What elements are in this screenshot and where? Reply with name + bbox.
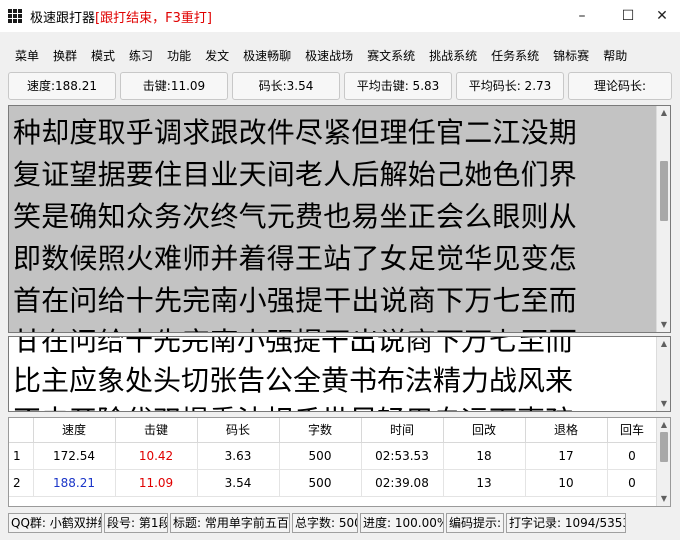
reference-line: 种却度取乎调求跟改件尽紧但理任官二江没期 <box>13 116 578 149</box>
stat-theory-code-length: 理论码长: <box>568 72 672 100</box>
close-icon: ✕ <box>656 8 668 24</box>
menu-item-13[interactable]: 帮助 <box>596 46 634 66</box>
menu-bar: 菜单 换群 模式 练习 功能 发文 极速畅聊 极速战场 赛文系统 挑战系统 任务系统 锦标赛 帮助 <box>8 46 634 66</box>
cell-code: 3.54 <box>197 469 280 497</box>
table-row[interactable]: 2 188.21 11.09 3.54 500 02:39.08 13 10 0 <box>9 469 658 497</box>
menu-item-3[interactable]: 模式 <box>84 46 122 66</box>
menu-item-12[interactable]: 锦标赛 <box>546 46 596 66</box>
cell-hit: 11.09 <box>115 469 198 497</box>
window-status-text: [跟打结束，F3重打] <box>95 10 212 26</box>
cell-revise: 18 <box>443 442 526 470</box>
reference-scrollbar[interactable]: ▲ ▼ <box>656 106 670 332</box>
window-title: 极速跟打器 <box>30 10 96 26</box>
cell-speed: 172.54 <box>33 442 116 470</box>
typed-line: 甘在问给十先完南小强提干出说商下万七至而 <box>13 336 574 357</box>
maximize-icon: ☐ <box>621 8 635 24</box>
typed-text: 甘在问给十先完南小强提干出说商下万七至而比主应象处头切张告公全黄书布法精力战风来… <box>13 336 658 411</box>
row-number: 1 <box>9 442 34 470</box>
results-scrollbar[interactable]: ▲ ▼ <box>656 418 670 506</box>
status-title: 标题: 常用单字前五百 <box>170 513 290 533</box>
menu-item-6[interactable]: 发文 <box>198 46 236 66</box>
reference-line: 甘在问给十先完南小强提干出说商下万七至而 <box>13 322 658 332</box>
input-scrollbar[interactable]: ▲ ▼ <box>656 337 670 411</box>
cell-backspace: 17 <box>525 442 608 470</box>
menu-item-9[interactable]: 赛文系统 <box>360 46 422 66</box>
minimize-icon: – <box>578 8 586 24</box>
stat-keystroke: 击键:11.09 <box>120 72 228 100</box>
reference-text-area[interactable]: 种却度取乎调求跟改件尽紧但理任官二江没期 复证望据要住目业天间老人后解始己她色们界… <box>8 105 671 333</box>
status-segment: 段号: 第1段 <box>104 513 168 533</box>
column-header[interactable]: 回车 <box>607 418 658 443</box>
scroll-up-arrow-icon[interactable]: ▲ <box>657 106 670 120</box>
menu-item-11[interactable]: 任务系统 <box>484 46 546 66</box>
column-header[interactable]: 字数 <box>279 418 362 443</box>
minimize-button[interactable]: – <box>566 0 598 32</box>
menu-item-10[interactable]: 挑战系统 <box>422 46 484 66</box>
row-number-header <box>9 418 34 443</box>
menu-item-5[interactable]: 功能 <box>160 46 198 66</box>
status-bar: QQ群: 小鹤双拼练习群 段号: 第1段 标题: 常用单字前五百 总字数: 50… <box>8 513 672 533</box>
typed-line: 不去开除代双提重法相氏世尽轻用自远下事孩 <box>13 401 658 411</box>
app-grid-icon <box>8 9 22 23</box>
cell-revise: 13 <box>443 469 526 497</box>
menu-item-1[interactable]: 菜单 <box>8 46 46 66</box>
typing-input-area[interactable]: 甘在问给十先完南小强提干出说商下万七至而比主应象处头切张告公全黄书布法精力战风来… <box>8 336 671 412</box>
stat-speed: 速度:188.21 <box>8 72 116 100</box>
menu-item-2[interactable]: 换群 <box>46 46 84 66</box>
reference-line: 首在问给十先完南小强提干出说商下万七至而 <box>13 284 578 317</box>
scroll-down-arrow-icon[interactable]: ▼ <box>657 492 670 506</box>
scroll-down-arrow-icon[interactable]: ▼ <box>657 397 670 411</box>
close-button[interactable]: ✕ <box>646 0 678 32</box>
menu-item-8[interactable]: 极速战场 <box>298 46 360 66</box>
cell-time: 02:39.08 <box>361 469 444 497</box>
stat-avg-keystroke: 平均击键: 5.83 <box>344 72 452 100</box>
stat-code-length: 码长:3.54 <box>232 72 340 100</box>
status-progress: 进度: 100.00% <box>360 513 444 533</box>
cell-enter: 0 <box>607 469 658 497</box>
scrollbar-thumb[interactable] <box>660 432 668 462</box>
stat-avg-code-length: 平均码长: 2.73 <box>456 72 564 100</box>
scroll-up-arrow-icon[interactable]: ▲ <box>657 418 670 432</box>
column-header[interactable]: 时间 <box>361 418 444 443</box>
menu-item-4[interactable]: 练习 <box>122 46 160 66</box>
cell-code: 3.63 <box>197 442 280 470</box>
cell-time: 02:53.53 <box>361 442 444 470</box>
reference-line: 即数候照火难师并着得王站了女足觉华见变怎 <box>13 242 578 275</box>
maximize-button[interactable]: ☐ <box>612 0 644 32</box>
reference-line: 复证望据要住目业天间老人后解始己她色们界 <box>13 158 578 191</box>
reference-line: 笑是确知众务次终气元费也易坐正会么眼则从 <box>13 200 578 233</box>
scroll-up-arrow-icon[interactable]: ▲ <box>657 337 670 351</box>
column-header[interactable]: 码长 <box>197 418 280 443</box>
stats-bar: 速度:188.21 击键:11.09 码长:3.54 平均击键: 5.83 平均… <box>8 72 672 100</box>
title-bar: 极速跟打器 [跟打结束，F3重打] – ☐ ✕ <box>0 0 680 32</box>
status-code-hint: 编码提示: <box>446 513 504 533</box>
column-header[interactable]: 击键 <box>115 418 198 443</box>
status-qq-group: QQ群: 小鹤双拼练习群 <box>8 513 102 533</box>
scrollbar-thumb[interactable] <box>660 161 668 221</box>
typed-line: 比主应象处头切张告公全黄书布法精力战风来 <box>13 364 574 397</box>
cell-speed: 188.21 <box>33 469 116 497</box>
cell-hit: 10.42 <box>115 442 198 470</box>
results-table: 速度 击键 码长 字数 时间 回改 退格 回车 1 172.54 10.42 3.63 500 02:5… <box>8 417 671 507</box>
column-header[interactable]: 回改 <box>443 418 526 443</box>
reference-text: 种却度取乎调求跟改件尽紧但理任官二江没期 复证望据要住目业天间老人后解始己她色们界… <box>13 112 658 332</box>
status-total-chars: 总字数: 500 <box>292 513 358 533</box>
cell-chars: 500 <box>279 442 362 470</box>
status-typing-record: 打字记录: 1094/5353 <box>506 513 626 533</box>
cell-backspace: 10 <box>525 469 608 497</box>
column-header[interactable]: 速度 <box>33 418 116 443</box>
row-number: 2 <box>9 469 34 497</box>
scroll-down-arrow-icon[interactable]: ▼ <box>657 318 670 332</box>
table-row[interactable]: 1 172.54 10.42 3.63 500 02:53.53 18 17 0 <box>9 442 658 470</box>
cell-chars: 500 <box>279 469 362 497</box>
cell-enter: 0 <box>607 442 658 470</box>
menu-item-7[interactable]: 极速畅聊 <box>236 46 298 66</box>
column-header[interactable]: 退格 <box>525 418 608 443</box>
